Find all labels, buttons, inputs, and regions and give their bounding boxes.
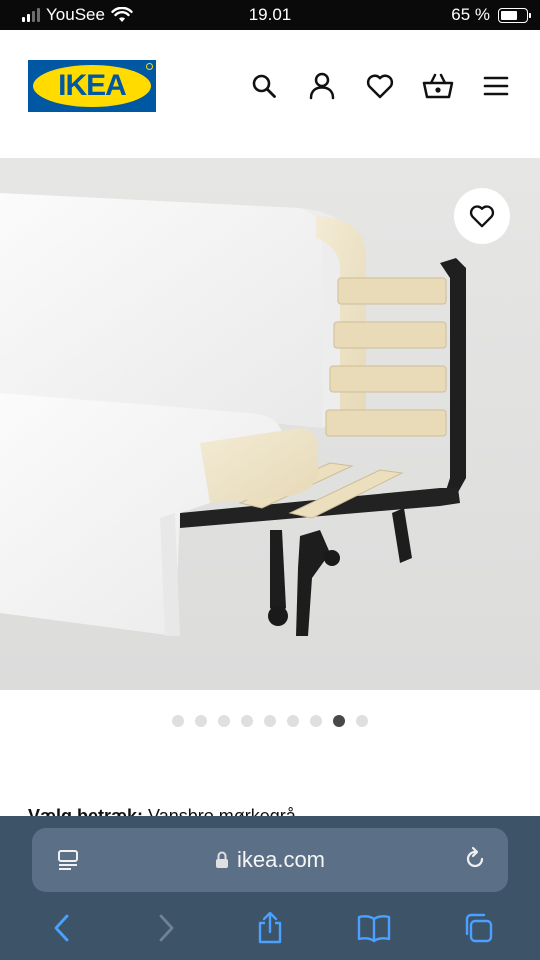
favorites-icon[interactable] — [364, 70, 396, 102]
carousel-dot[interactable] — [287, 715, 299, 727]
product-image[interactable] — [0, 158, 540, 690]
logo-text: IKEA — [33, 65, 151, 107]
carousel-dots — [0, 715, 540, 727]
carousel-dot[interactable] — [333, 715, 345, 727]
carousel-dot[interactable] — [264, 715, 276, 727]
carousel-dot[interactable] — [218, 715, 230, 727]
browser-nav — [0, 908, 540, 948]
share-icon[interactable] — [250, 908, 290, 948]
reader-icon[interactable] — [56, 848, 80, 878]
battery-icon — [498, 7, 531, 23]
carousel-dot[interactable] — [172, 715, 184, 727]
sofa-bed-illustration — [0, 158, 540, 690]
menu-icon[interactable] — [480, 70, 512, 102]
account-icon[interactable] — [306, 70, 338, 102]
heart-icon — [469, 205, 495, 228]
url-text: ikea.com — [236, 847, 326, 872]
carousel-dot[interactable] — [310, 715, 322, 727]
forward-icon[interactable] — [146, 908, 186, 948]
header-actions — [248, 70, 512, 102]
add-to-favorites-button[interactable] — [454, 188, 510, 244]
browser-toolbar: ikea.com — [0, 816, 540, 960]
basket-icon[interactable] — [422, 70, 454, 102]
search-icon[interactable] — [248, 70, 280, 102]
battery-percentage: 65 % — [451, 5, 490, 24]
back-icon[interactable] — [42, 908, 82, 948]
ikea-logo[interactable]: IKEA — [28, 60, 156, 112]
status-right: 65 % — [451, 5, 531, 25]
registered-mark — [146, 63, 153, 70]
bookmarks-icon[interactable] — [354, 908, 394, 948]
reload-icon[interactable] — [462, 846, 488, 878]
address-bar[interactable]: ikea.com — [32, 828, 508, 892]
tabs-icon[interactable] — [458, 908, 498, 948]
carousel-dot[interactable] — [241, 715, 253, 727]
battery-fill — [501, 10, 517, 20]
lock-icon — [215, 851, 229, 869]
site-header: IKEA — [0, 30, 540, 158]
carousel-dot[interactable] — [356, 715, 368, 727]
carousel-dot[interactable] — [195, 715, 207, 727]
status-bar: YouSee 19.01 65 % — [0, 0, 540, 30]
